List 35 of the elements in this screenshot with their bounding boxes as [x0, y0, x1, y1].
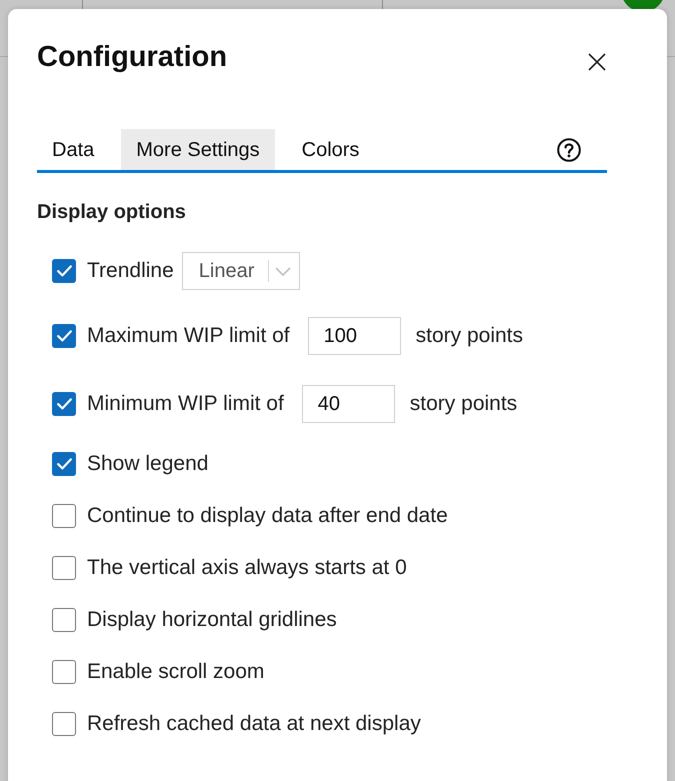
- option-label: Display horizontal gridlines: [87, 607, 337, 633]
- unit-label: story points: [410, 391, 518, 418]
- tab[interactable]: More Settings: [121, 129, 275, 170]
- option-label: Enable scroll zoom: [87, 659, 264, 685]
- help-icon[interactable]: [557, 138, 581, 162]
- dialog-title: Configuration: [37, 40, 228, 75]
- option-label: Minimum WIP limit of: [87, 391, 284, 417]
- option-label: Maximum WIP limit of: [87, 323, 290, 349]
- checkbox[interactable]: [52, 259, 76, 283]
- dropdown[interactable]: Linear: [182, 252, 300, 290]
- chevron-down-icon: [275, 266, 292, 276]
- option-label: The vertical axis always starts at 0: [87, 555, 407, 581]
- checkbox[interactable]: [52, 556, 76, 580]
- checkmark-icon: [56, 330, 72, 342]
- checkbox[interactable]: [52, 712, 76, 736]
- option-label: Show legend: [87, 451, 208, 477]
- unit-label: story points: [416, 323, 524, 350]
- option-label: Trendline: [87, 258, 174, 284]
- section-heading: Display options: [37, 200, 186, 224]
- checkbox[interactable]: [52, 392, 76, 416]
- option-label: Continue to display data after end date: [87, 503, 448, 529]
- checkmark-icon: [56, 398, 72, 410]
- checkbox[interactable]: [52, 324, 76, 348]
- checkbox[interactable]: [52, 504, 76, 528]
- number-field[interactable]: 100: [308, 317, 401, 355]
- number-field[interactable]: 40: [302, 385, 395, 423]
- option-label: Refresh cached data at next display: [87, 711, 421, 737]
- close-icon[interactable]: [588, 53, 606, 71]
- checkbox[interactable]: [52, 608, 76, 632]
- checkmark-icon: [56, 458, 72, 470]
- tab[interactable]: Data: [37, 129, 110, 170]
- checkbox[interactable]: [52, 452, 76, 476]
- tab[interactable]: Colors: [286, 129, 374, 170]
- checkbox[interactable]: [52, 660, 76, 684]
- checkmark-icon: [56, 265, 72, 277]
